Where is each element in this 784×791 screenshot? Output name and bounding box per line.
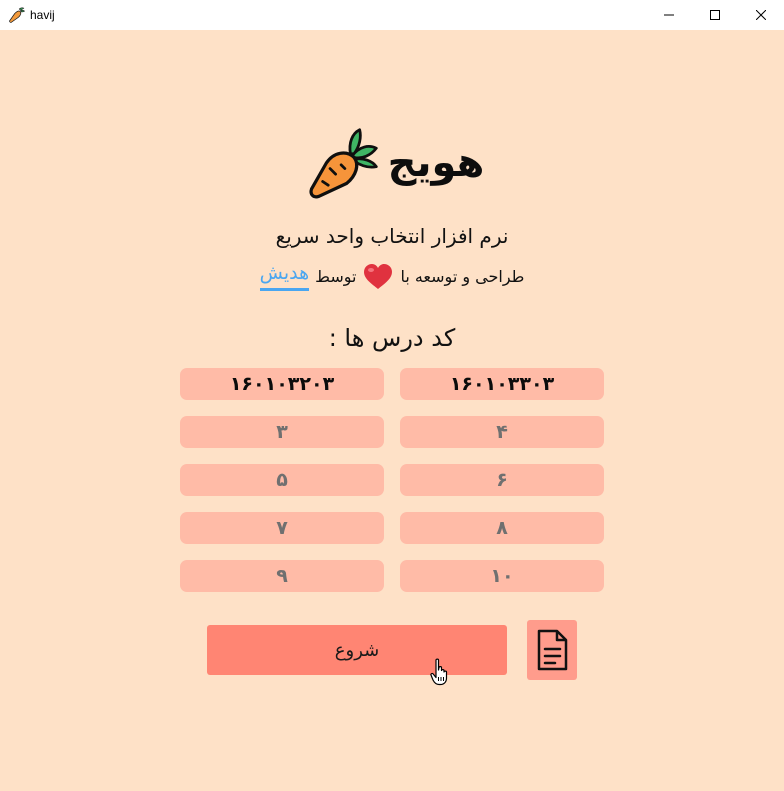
window-title: havij bbox=[30, 8, 55, 22]
credit-line: طراحی و توسعه با توسط هدیش bbox=[0, 262, 784, 291]
course-codes-label: کد درس ها : bbox=[328, 324, 456, 352]
maximize-icon bbox=[710, 10, 720, 20]
course-code-field-4[interactable] bbox=[400, 416, 604, 448]
course-code-field-7[interactable] bbox=[180, 512, 384, 544]
close-button[interactable] bbox=[738, 0, 784, 30]
heart-icon bbox=[364, 263, 393, 289]
course-code-field-1[interactable] bbox=[400, 368, 604, 400]
app-subtitle: نرم افزار انتخاب واحد سریع bbox=[275, 224, 509, 248]
title-bar: havij bbox=[0, 0, 784, 30]
document-icon bbox=[537, 629, 568, 671]
carrot-icon bbox=[309, 127, 378, 198]
document-button[interactable] bbox=[527, 620, 577, 680]
course-code-field-8[interactable] bbox=[400, 512, 604, 544]
credit-prefix: طراحی و توسعه با bbox=[400, 267, 525, 286]
app-name: هویج bbox=[387, 139, 485, 186]
hand-cursor-icon bbox=[430, 658, 448, 686]
main-content: هویج نرم افزار انتخاب واحد سریع طراحی و … bbox=[0, 30, 784, 791]
course-code-field-3[interactable] bbox=[180, 416, 384, 448]
maximize-button[interactable] bbox=[692, 0, 738, 30]
course-code-field-6[interactable] bbox=[400, 464, 604, 496]
credit-by: توسط bbox=[315, 267, 357, 286]
course-code-field-2[interactable] bbox=[180, 368, 384, 400]
app-window: havij هویج نرم افزار انتخاب واحد سریع طر… bbox=[0, 0, 784, 791]
author-link[interactable]: هدیش bbox=[259, 262, 310, 291]
close-icon bbox=[756, 10, 766, 20]
course-code-field-10[interactable] bbox=[400, 560, 604, 592]
start-button[interactable]: شروع bbox=[207, 625, 507, 675]
carrot-icon bbox=[9, 7, 25, 23]
brand-header: هویج bbox=[300, 125, 490, 200]
course-code-field-9[interactable] bbox=[180, 560, 384, 592]
start-button-label: شروع bbox=[334, 639, 380, 661]
minimize-button[interactable] bbox=[646, 0, 692, 30]
course-code-grid bbox=[180, 368, 604, 594]
course-code-field-5[interactable] bbox=[180, 464, 384, 496]
minimize-icon bbox=[664, 14, 674, 16]
